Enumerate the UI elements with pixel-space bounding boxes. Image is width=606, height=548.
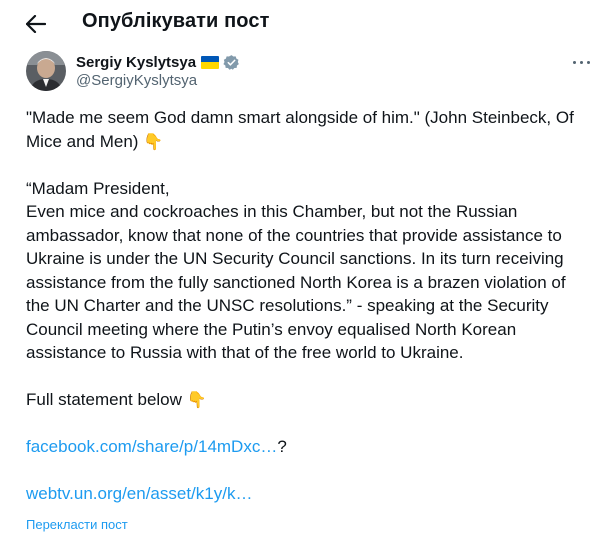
- translate-post-button[interactable]: Перекласти пост: [26, 517, 128, 532]
- post-line: "Made me seem God damn smart alongside o…: [26, 108, 574, 127]
- post-line: the UN Charter and the UNSC resolutions.…: [26, 296, 549, 315]
- author-handle[interactable]: @SergiyKyslytsya: [76, 72, 197, 89]
- more-options-icon[interactable]: [570, 56, 594, 70]
- ukraine-flag-icon: [201, 55, 220, 69]
- post-line: webtv.un.org/en/asset/k1y/k…: [26, 482, 592, 506]
- back-button[interactable]: [20, 9, 52, 39]
- post-line: Even mice and cockroaches in this Chambe…: [26, 202, 518, 221]
- post-line: Full statement below 👇: [26, 390, 207, 409]
- post-text: "Made me seem God damn smart alongside o…: [26, 106, 592, 506]
- un-webtv-link[interactable]: webtv.un.org/en/asset/k1y/k…: [26, 484, 252, 503]
- post-line: “Madam President,: [26, 178, 170, 198]
- top-bar: Опублікувати пост: [0, 0, 606, 48]
- post-line: facebook.com/share/p/14mDxc…?: [26, 437, 287, 456]
- post-line: ambassador, know that none of the countr…: [26, 225, 562, 245]
- post-line: Mice and Men) 👇: [26, 131, 164, 151]
- verified-badge-icon[interactable]: [223, 54, 240, 71]
- pointing-down-emoji-icon: 👇: [143, 131, 164, 151]
- arrow-left-icon: [26, 15, 46, 33]
- pointing-down-emoji-icon: 👇: [186, 390, 207, 409]
- post-line: assistance from the fully sanctioned Nor…: [26, 272, 566, 292]
- author-name-row: Sergiy Kyslytsya: [76, 52, 240, 72]
- post-line: assistance to Russia with that of the fr…: [26, 343, 464, 362]
- page-title: Опублікувати пост: [82, 10, 270, 32]
- author-name[interactable]: Sergiy Kyslytsya: [76, 54, 196, 71]
- facebook-link[interactable]: facebook.com/share/p/14mDxc…: [26, 437, 277, 456]
- post-line: Ukraine is under the UN Security Council…: [26, 249, 564, 268]
- avatar[interactable]: [26, 51, 66, 91]
- post-line: Council meeting where the Putin’s envoy …: [26, 319, 517, 339]
